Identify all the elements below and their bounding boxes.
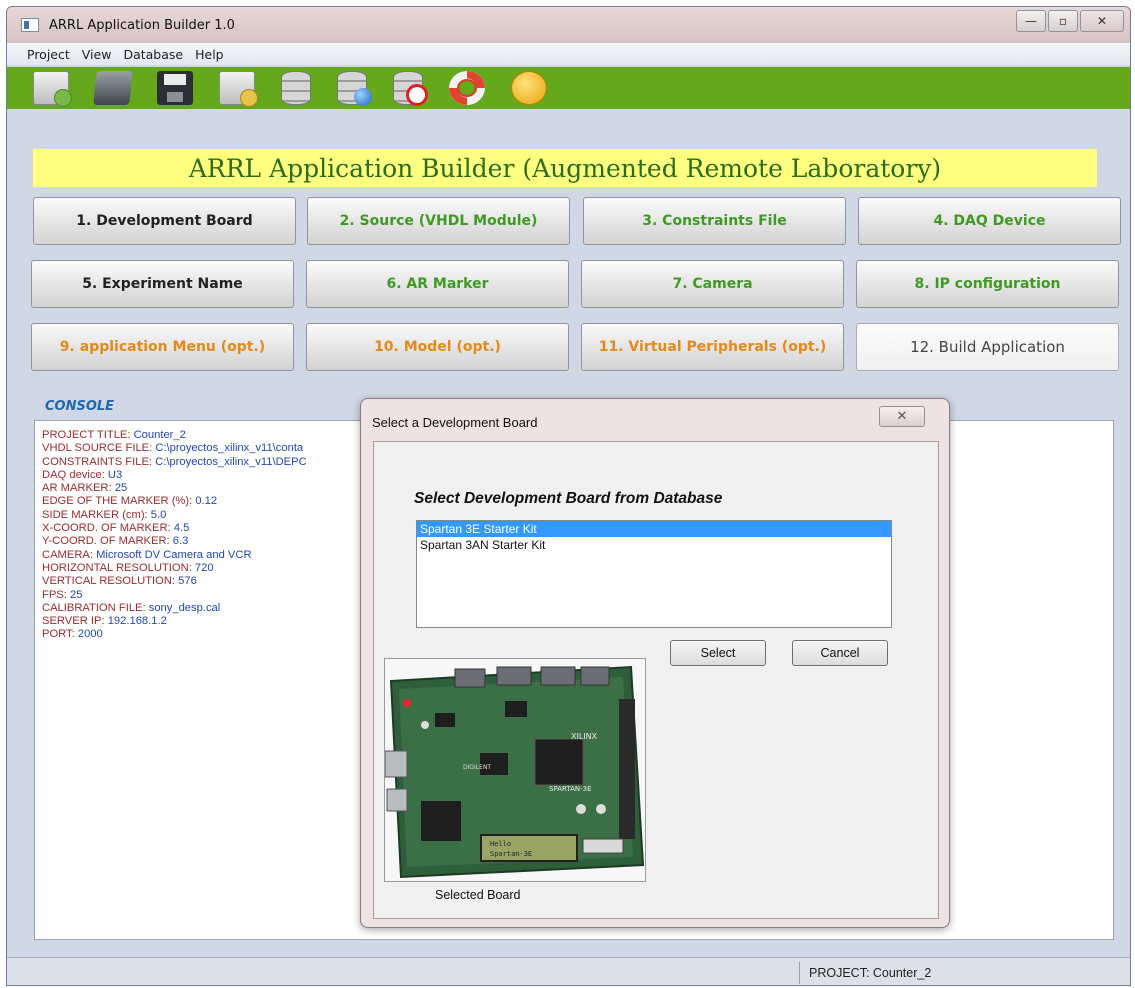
menu-view[interactable]: View xyxy=(82,47,112,62)
dialog-heading: Select Development Board from Database xyxy=(414,490,723,507)
console-line: AR MARKER: 25 xyxy=(42,482,128,495)
console-line: Y-COORD. OF MARKER: 6.3 xyxy=(42,535,189,548)
select-button[interactable]: Select xyxy=(670,640,766,666)
window-controls: — ▫ ✕ xyxy=(1016,10,1124,32)
about-icon[interactable] xyxy=(511,71,547,105)
selected-board-caption: Selected Board xyxy=(435,888,521,902)
menu-help[interactable]: Help xyxy=(195,47,224,62)
board-photo-icon: Hello Spartan-3E XILINX SPARTAN-3E DIGIL… xyxy=(385,659,645,881)
console-line: CONSTRAINTS FILE: C:\proyectos_xilinx_v1… xyxy=(42,455,307,468)
console-line: VERTICAL RESOLUTION: 576 xyxy=(42,575,197,588)
window-title: ARRL Application Builder 1.0 xyxy=(49,17,235,33)
cancel-button[interactable]: Cancel xyxy=(792,640,888,666)
menu-project[interactable]: Project xyxy=(27,47,70,62)
list-item[interactable]: Spartan 3AN Starter Kit xyxy=(417,537,891,553)
dialog-close-button[interactable]: ✕ xyxy=(879,406,925,427)
svg-text:Hello: Hello xyxy=(490,840,511,848)
console-line: SERVER IP: 192.168.1.2 xyxy=(42,615,167,628)
minimize-button[interactable]: — xyxy=(1016,10,1046,32)
console-line: X-COORD. OF MARKER: 4.5 xyxy=(42,522,190,535)
console-lines: PROJECT TITLE: Counter_2 VHDL SOURCE FIL… xyxy=(42,429,377,642)
step-ip-configuration-button[interactable]: 8. IP configuration xyxy=(856,260,1119,308)
dialog-title: Select a Development Board xyxy=(372,415,538,430)
dialog-body: Select Development Board from Database S… xyxy=(373,441,939,919)
save-icon[interactable] xyxy=(157,71,193,105)
console-line: EDGE OF THE MARKER (%): 0.12 xyxy=(42,495,218,508)
svg-text:SPARTAN-3E: SPARTAN-3E xyxy=(549,785,592,793)
select-board-dialog: Select a Development Board ✕ Select Deve… xyxy=(360,398,950,928)
console-line: PORT: 2000 xyxy=(42,628,103,641)
step-virtual-peripherals-button[interactable]: 11. Virtual Peripherals (opt.) xyxy=(581,323,844,371)
close-button[interactable]: ✕ xyxy=(1080,10,1124,32)
menu-database[interactable]: Database xyxy=(123,47,183,62)
new-project-icon[interactable] xyxy=(33,71,72,107)
console-line: VHDL SOURCE FILE: C:\proyectos_xilinx_v1… xyxy=(42,442,304,455)
status-project: PROJECT: Counter_2 xyxy=(809,966,932,980)
open-folder-icon[interactable] xyxy=(93,71,133,105)
svg-text:Spartan-3E: Spartan-3E xyxy=(490,850,532,858)
step-application-menu-button[interactable]: 9. application Menu (opt.) xyxy=(31,323,294,371)
database-delete-icon[interactable] xyxy=(393,71,428,106)
new-document-icon[interactable] xyxy=(219,71,258,107)
step-build-application-button[interactable]: 12. Build Application xyxy=(856,323,1119,371)
step-experiment-name-button[interactable]: 5. Experiment Name xyxy=(31,260,294,308)
step-camera-button[interactable]: 7. Camera xyxy=(581,260,844,308)
svg-text:XILINX: XILINX xyxy=(571,732,598,741)
help-ring-icon[interactable] xyxy=(449,71,485,105)
maximize-button[interactable]: ▫ xyxy=(1048,10,1078,32)
list-item[interactable]: Spartan 3E Starter Kit xyxy=(417,521,891,537)
menu-bar: Project View Database Help xyxy=(7,43,1130,65)
app-icon xyxy=(21,18,39,32)
step-constraints-button[interactable]: 3. Constraints File xyxy=(583,197,846,245)
console-line: CALIBRATION FILE: sony_desp.cal xyxy=(42,601,221,614)
svg-text:DIGILENT: DIGILENT xyxy=(463,764,491,771)
database-icon[interactable] xyxy=(281,71,311,105)
console-line: PROJECT TITLE: Counter_2 xyxy=(42,429,186,441)
step-source-button[interactable]: 2. Source (VHDL Module) xyxy=(307,197,570,245)
toolbar xyxy=(7,67,1130,109)
step-development-board-button[interactable]: 1. Development Board xyxy=(33,197,296,245)
step-daq-button[interactable]: 4. DAQ Device xyxy=(858,197,1121,245)
status-divider xyxy=(799,962,800,984)
board-image: Hello Spartan-3E XILINX SPARTAN-3E DIGIL… xyxy=(384,658,646,882)
console-line: DAQ device: U3 xyxy=(42,468,123,481)
step-model-button[interactable]: 10. Model (opt.) xyxy=(306,323,569,371)
database-web-icon[interactable] xyxy=(337,71,372,106)
status-bar: PROJECT: Counter_2 xyxy=(7,957,1130,985)
console-line: FPS: 25 xyxy=(42,588,83,601)
console-line: CAMERA: Microsoft DV Camera and VCR xyxy=(42,548,252,561)
app-banner: ARRL Application Builder (Augmented Remo… xyxy=(33,149,1097,187)
title-bar[interactable]: ARRL Application Builder 1.0 — ▫ ✕ xyxy=(7,7,1130,43)
console-line: SIDE MARKER (cm): 5.0 xyxy=(42,508,167,521)
console-label: CONSOLE xyxy=(45,399,115,414)
step-ar-marker-button[interactable]: 6. AR Marker xyxy=(306,260,569,308)
board-listbox[interactable]: Spartan 3E Starter Kit Spartan 3AN Start… xyxy=(416,520,892,628)
console-line: HORIZONTAL RESOLUTION: 720 xyxy=(42,561,214,574)
